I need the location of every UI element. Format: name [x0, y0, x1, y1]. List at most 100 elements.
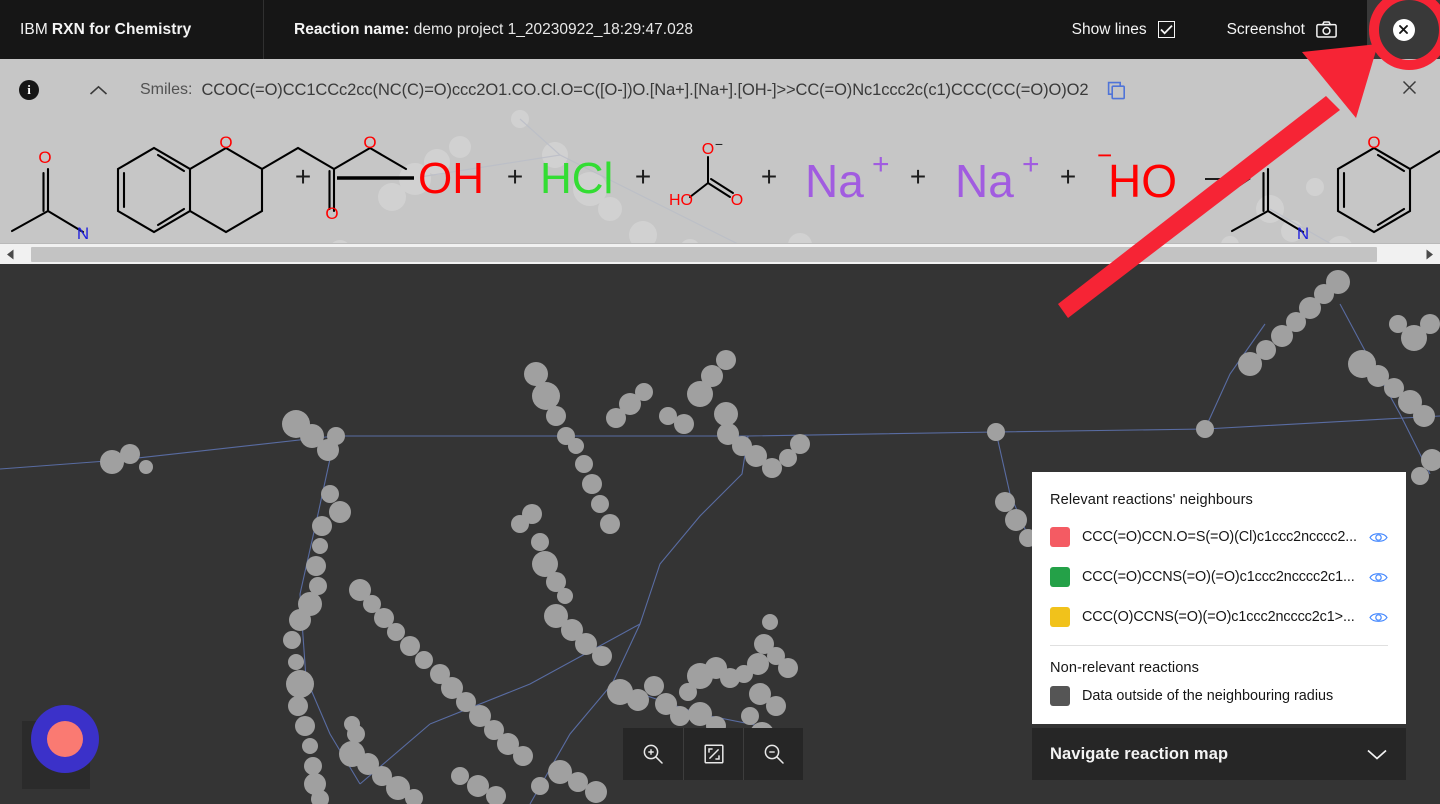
sodium-cation-label: Na — [805, 155, 864, 207]
reactant-1-structure — [10, 146, 408, 234]
triangle-left-icon — [7, 249, 14, 259]
legend-color-swatch — [1050, 686, 1070, 706]
legend-item[interactable]: CCC(=O)CCNS(=O)(=O)c1ccc2ncccc2c1... — [1050, 557, 1388, 597]
brand-ibm: IBM — [20, 20, 48, 38]
sodium-cation-label: Na — [955, 155, 1014, 207]
close-viewer-button[interactable] — [1392, 18, 1415, 41]
legend-non-relevant-label: Data outside of the neighbouring radius — [1082, 688, 1334, 704]
legend-divider — [1050, 645, 1388, 646]
legend-title: Relevant reactions' neighbours — [1050, 492, 1253, 508]
brand-product: RXN for Chemistry — [51, 20, 192, 38]
legend-non-relevant-item: Data outside of the neighbouring radius — [1050, 686, 1388, 706]
legend-item[interactable]: CCC(=O)CCN.O=S(=O)(Cl)c1ccc2ncccc2... — [1050, 517, 1388, 557]
expand-navigate-button[interactable] — [1366, 748, 1388, 761]
chevron-down-icon — [1367, 749, 1387, 760]
plus-sign: + — [1060, 161, 1076, 192]
zoom-in-button[interactable] — [623, 728, 683, 780]
plus-sign: + — [910, 161, 926, 192]
charge-plus: + — [1022, 148, 1040, 181]
reaction-drawing: N H O O O O + OH + HCl + — [0, 121, 1440, 241]
reaction-name-value: demo project 1_20230922_18:29:47.028 — [413, 20, 693, 38]
legend-item-label: CCC(O)CCNS(=O)(=O)c1ccc2ncccc2c1>... — [1082, 609, 1355, 625]
close-button-zone[interactable] — [1367, 0, 1440, 59]
atom-label-O: O — [363, 133, 376, 152]
toggle-visibility-button[interactable] — [1369, 531, 1388, 544]
hcl-label: HCl — [540, 154, 613, 203]
screenshot-label: Screenshot — [1226, 20, 1305, 38]
charge-plus: + — [872, 148, 890, 181]
atom-label-O: O — [38, 148, 51, 167]
check-icon — [1159, 24, 1173, 35]
atom-label-O: O — [1367, 133, 1380, 152]
scroll-right-button[interactable] — [1419, 244, 1440, 264]
toggle-visibility-button[interactable] — [1369, 611, 1388, 624]
atom-label-O: O — [731, 192, 743, 209]
copy-smiles-button[interactable] — [1107, 81, 1126, 100]
chevron-up-icon — [89, 85, 108, 95]
scrollbar-thumb[interactable] — [31, 247, 1377, 262]
magnifier-plus-icon — [643, 744, 663, 764]
reaction-arrow — [1205, 172, 1251, 186]
legend-color-swatch — [1050, 567, 1070, 587]
atom-label-O: O — [219, 133, 232, 152]
legend-non-relevant-title: Non-relevant reactions — [1050, 660, 1200, 676]
atom-label-O-minus: O — [702, 141, 714, 158]
marker-inner-circle — [47, 721, 83, 757]
fit-to-screen-button[interactable] — [683, 728, 743, 780]
smiles-value[interactable]: CCOC(=O)CC1CCc2cc(NC(C)=O)ccc2O1.CO.Cl.O… — [201, 81, 1088, 100]
smiles-panel: i Smiles: CCOC(=O)CC1CCc2cc(NC(C)=O)ccc2… — [0, 59, 1440, 264]
screenshot-button[interactable]: Screenshot — [1227, 0, 1337, 59]
eye-icon — [1369, 612, 1388, 622]
legend-item[interactable]: CCC(O)CCNS(=O)(=O)c1ccc2ncccc2c1>... — [1050, 597, 1388, 637]
smiles-horizontal-scrollbar[interactable] — [0, 243, 1440, 264]
scroll-left-button[interactable] — [0, 244, 21, 264]
plus-sign: + — [635, 161, 651, 192]
smiles-label: Smiles: — [140, 81, 193, 98]
show-lines-label: Show lines — [1071, 20, 1147, 38]
info-icon[interactable]: i — [19, 80, 39, 100]
show-lines-toggle[interactable]: Show lines — [1072, 0, 1175, 59]
scrollbar-track[interactable] — [21, 244, 1419, 264]
eye-icon — [1369, 572, 1388, 582]
legend-color-swatch — [1050, 607, 1070, 627]
close-smiles-panel-button[interactable] — [1401, 79, 1418, 101]
hydroxide-label: HO — [1108, 155, 1177, 207]
app-brand[interactable]: IBM RXN for Chemistry — [0, 0, 264, 59]
map-legend-panel: Relevant reactions' neighbours CCC(=O)CC… — [1032, 472, 1406, 724]
plus-sign: + — [761, 161, 777, 192]
header-actions: Show lines Screenshot — [1072, 0, 1440, 59]
show-lines-checkbox[interactable] — [1157, 21, 1175, 38]
legend-item-label: CCC(=O)CCN.O=S(=O)(Cl)c1ccc2ncccc2... — [1082, 529, 1357, 545]
navigate-reaction-map-bar[interactable]: Navigate reaction map — [1032, 728, 1406, 780]
atom-label-O: O — [1258, 148, 1271, 167]
smiles-row: i Smiles: CCOC(=O)CC1CCc2cc(NC(C)=O)ccc2… — [0, 59, 1440, 121]
reaction-name: Reaction name: demo project 1_20230922_1… — [294, 21, 693, 39]
reaction-name-label: Reaction name: — [294, 20, 410, 38]
legend-color-swatch — [1050, 527, 1070, 547]
magnifier-minus-icon — [764, 744, 784, 764]
charge-minus: − — [715, 136, 723, 152]
close-icon — [1402, 80, 1417, 95]
copy-icon — [1108, 81, 1126, 99]
zoom-out-button[interactable] — [743, 728, 803, 780]
map-zoom-toolbar — [623, 728, 803, 780]
triangle-right-icon — [1426, 249, 1433, 259]
collapse-panel-button[interactable] — [89, 85, 108, 96]
top-header-bar: IBM RXN for Chemistry Reaction name: dem… — [0, 0, 1440, 59]
atom-label-HO: HO — [669, 192, 693, 209]
bicarbonate-structure — [689, 156, 734, 198]
atom-label-N: N — [77, 224, 89, 241]
camera-icon — [1316, 21, 1337, 38]
atom-label-O: O — [325, 204, 338, 223]
legend-item-label: CCC(=O)CCNS(=O)(=O)c1ccc2ncccc2c1... — [1082, 569, 1355, 585]
methanol-OH-label: OH — [418, 154, 484, 203]
plus-sign: + — [295, 161, 311, 192]
toggle-visibility-button[interactable] — [1369, 571, 1388, 584]
atom-label-N: N — [1297, 224, 1309, 241]
close-icon — [1399, 25, 1408, 34]
app-root: IBM RXN for Chemistry Reaction name: dem… — [0, 0, 1440, 804]
navigate-reaction-map-title: Navigate reaction map — [1050, 744, 1229, 763]
plus-sign: + — [507, 161, 523, 192]
eye-icon — [1369, 532, 1388, 542]
fit-screen-icon — [703, 744, 724, 764]
